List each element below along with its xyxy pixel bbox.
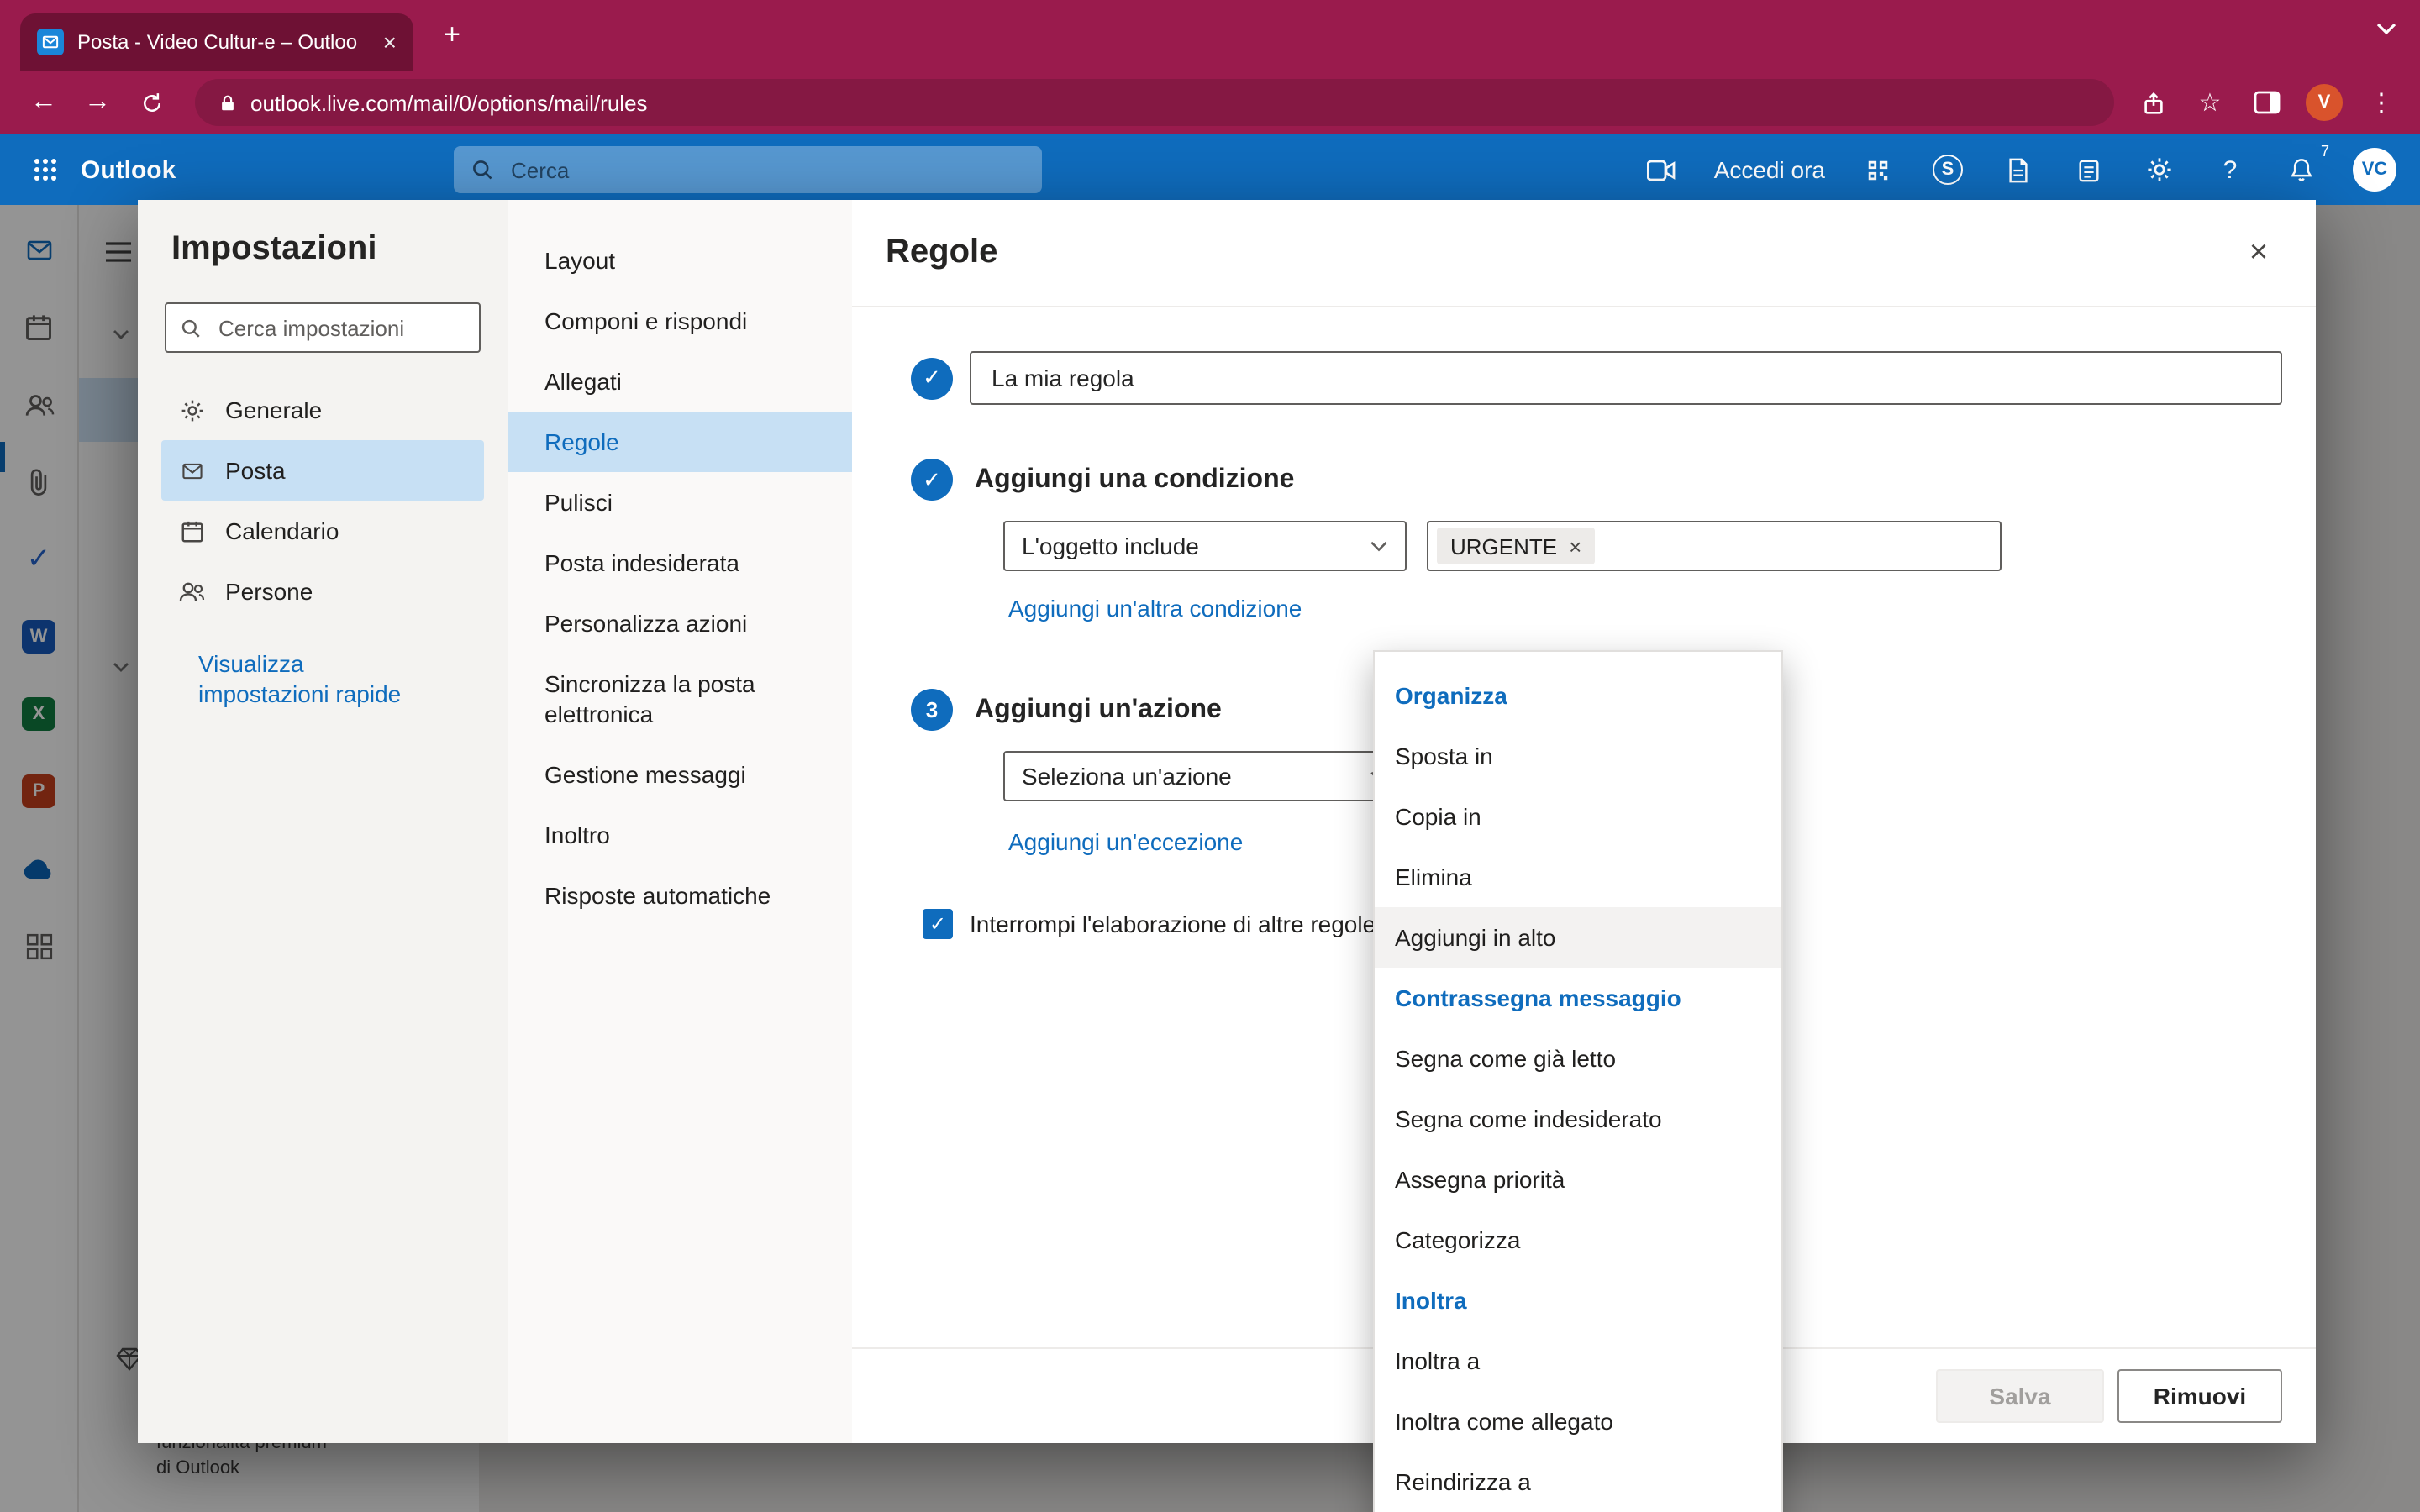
- step2-check-icon: ✓: [911, 459, 953, 501]
- action-menu-item-assegna-priorita[interactable]: Assegna priorità: [1375, 1149, 1781, 1210]
- settings-nav-calendario[interactable]: Calendario: [161, 501, 484, 561]
- settings-search-input[interactable]: [215, 313, 466, 342]
- condition-select[interactable]: L'oggetto include: [1003, 521, 1407, 571]
- close-icon[interactable]: ×: [2235, 229, 2282, 276]
- share-icon[interactable]: [2134, 84, 2171, 121]
- gear-icon: [178, 396, 205, 423]
- action-menu-item-segna-gia-letto[interactable]: Segna come già letto: [1375, 1028, 1781, 1089]
- header-search[interactable]: [454, 146, 1042, 193]
- action-menu-item-inoltra-come-allegato[interactable]: Inoltra come allegato: [1375, 1391, 1781, 1452]
- mail-nav-layout[interactable]: Layout: [508, 230, 852, 291]
- side-panel-icon[interactable]: [2249, 84, 2286, 121]
- lock-icon: [218, 92, 237, 113]
- stop-processing-checkbox[interactable]: ✓: [923, 909, 953, 939]
- qr-code-icon[interactable]: [1859, 151, 1896, 188]
- mail-nav-pulisci[interactable]: Pulisci: [508, 472, 852, 533]
- tasks-document-icon[interactable]: [2070, 151, 2107, 188]
- action-heading: Aggiungi un'azione: [975, 695, 1222, 725]
- mail-nav-personalizza-azioni[interactable]: Personalizza azioni: [508, 593, 852, 654]
- action-select[interactable]: Seleziona un'azione: [1003, 751, 1407, 801]
- browser-toolbar: ← → outlook.live.com/mail/0/options/mail…: [0, 71, 2420, 134]
- sign-in-button[interactable]: Accedi ora: [1714, 156, 1825, 183]
- app-launcher-icon[interactable]: [24, 148, 67, 192]
- browser-profile-avatar[interactable]: V: [2306, 84, 2343, 121]
- outlook-favicon-icon: [37, 29, 64, 55]
- action-menu-item-elimina[interactable]: Elimina: [1375, 847, 1781, 907]
- search-icon: [471, 158, 494, 181]
- notification-count-badge: 7: [2321, 143, 2329, 160]
- rules-title: Regole: [886, 234, 997, 272]
- outlook-header: Outlook Accedi ora S: [0, 134, 2420, 205]
- step1-check-icon: ✓: [911, 357, 953, 399]
- chevron-down-icon: [1370, 540, 1388, 552]
- settings-gear-icon[interactable]: [2141, 151, 2178, 188]
- mail-settings-nav: Layout Componi e rispondi Allegati Regol…: [508, 200, 852, 1443]
- save-button[interactable]: Salva: [1936, 1369, 2104, 1423]
- action-menu-header-inoltra: Inoltra: [1375, 1270, 1781, 1331]
- bookmark-star-icon[interactable]: ☆: [2191, 84, 2228, 121]
- action-menu-item-copia-in[interactable]: Copia in: [1375, 786, 1781, 847]
- action-menu-item-aggiungi-in-alto[interactable]: Aggiungi in alto: [1375, 907, 1781, 968]
- action-menu-header-organizza: Organizza: [1375, 665, 1781, 726]
- settings-nav-persone[interactable]: Persone: [161, 561, 484, 622]
- account-avatar[interactable]: VC: [2353, 148, 2396, 192]
- meet-now-camera-icon[interactable]: [1644, 151, 1681, 188]
- forward-button[interactable]: →: [74, 79, 121, 126]
- outlook-logo[interactable]: Outlook: [81, 155, 176, 184]
- stop-processing-label: Interrompi l'elaborazione di altre regol…: [970, 911, 1376, 937]
- skype-icon[interactable]: S: [1929, 151, 1966, 188]
- mail-nav-risposte-automatiche[interactable]: Risposte automatiche: [508, 865, 852, 926]
- action-menu-item-inoltra-a[interactable]: Inoltra a: [1375, 1331, 1781, 1391]
- people-icon: [178, 578, 205, 605]
- calendar-icon: [178, 517, 205, 544]
- settings-nav-posta[interactable]: Posta: [161, 440, 484, 501]
- settings-nav: Generale Posta Calendario: [138, 380, 508, 622]
- settings-dialog: Impostazioni Generale Po: [138, 200, 2316, 1443]
- add-condition-link[interactable]: Aggiungi un'altra condizione: [1008, 595, 2282, 622]
- rule-name-input[interactable]: [970, 351, 2282, 405]
- browser-tab-strip: Posta - Video Cultur-e – Outloo × +: [0, 0, 2420, 71]
- quick-settings-link[interactable]: Visualizza impostazioni rapide: [198, 648, 434, 709]
- mail-nav-inoltro[interactable]: Inoltro: [508, 805, 852, 865]
- action-menu: Organizza Sposta in Copia in Elimina Agg…: [1373, 650, 1783, 1512]
- screen: Posta - Video Cultur-e – Outloo × + ← → …: [0, 0, 2420, 1512]
- condition-heading: Aggiungi una condizione: [975, 465, 1294, 495]
- settings-title: Impostazioni: [171, 230, 508, 269]
- tab-close-button[interactable]: ×: [383, 29, 397, 55]
- refresh-button[interactable]: [128, 79, 175, 126]
- mail-nav-allegati[interactable]: Allegati: [508, 351, 852, 412]
- notifications-bell-icon[interactable]: 7: [2282, 151, 2319, 188]
- browser-tab[interactable]: Posta - Video Cultur-e – Outloo ×: [20, 13, 413, 71]
- chip-remove-icon[interactable]: ×: [1569, 533, 1581, 559]
- condition-value-input[interactable]: URGENTE ×: [1427, 521, 2002, 571]
- settings-nav-panel: Impostazioni Generale Po: [138, 200, 508, 1443]
- help-button[interactable]: ?: [2212, 151, 2249, 188]
- remove-button[interactable]: Rimuovi: [2118, 1369, 2282, 1423]
- settings-search[interactable]: [165, 302, 481, 353]
- mail-nav-componi[interactable]: Componi e rispondi: [508, 291, 852, 351]
- address-bar[interactable]: outlook.live.com/mail/0/options/mail/rul…: [195, 79, 2114, 126]
- url-text: outlook.live.com/mail/0/options/mail/rul…: [250, 90, 648, 115]
- mail-nav-sincronizza[interactable]: Sincronizza la posta elettronica: [508, 654, 852, 744]
- action-menu-item-reindirizza-a[interactable]: Reindirizza a: [1375, 1452, 1781, 1512]
- search-icon: [180, 317, 202, 339]
- mail-icon: [178, 457, 205, 484]
- settings-nav-generale[interactable]: Generale: [161, 380, 484, 440]
- back-button[interactable]: ←: [20, 79, 67, 126]
- office-document-icon[interactable]: [2000, 151, 2037, 188]
- step3-badge: 3: [911, 689, 953, 731]
- action-menu-item-sposta-in[interactable]: Sposta in: [1375, 726, 1781, 786]
- tab-search-chevron-icon[interactable]: [2376, 22, 2396, 35]
- action-menu-item-categorizza[interactable]: Categorizza: [1375, 1210, 1781, 1270]
- action-menu-header-contrassegna: Contrassegna messaggio: [1375, 968, 1781, 1028]
- action-menu-item-segna-indesiderato[interactable]: Segna come indesiderato: [1375, 1089, 1781, 1149]
- search-input[interactable]: [508, 155, 1025, 184]
- tab-title: Posta - Video Cultur-e – Outloo: [77, 30, 370, 54]
- mail-nav-posta-indesiderata[interactable]: Posta indesiderata: [508, 533, 852, 593]
- mail-nav-gestione-messaggi[interactable]: Gestione messaggi: [508, 744, 852, 805]
- new-tab-button[interactable]: +: [430, 13, 474, 57]
- mail-nav-regole[interactable]: Regole: [508, 412, 852, 472]
- browser-menu-button[interactable]: ⋮: [2363, 84, 2400, 121]
- condition-chip: URGENTE ×: [1437, 528, 1595, 564]
